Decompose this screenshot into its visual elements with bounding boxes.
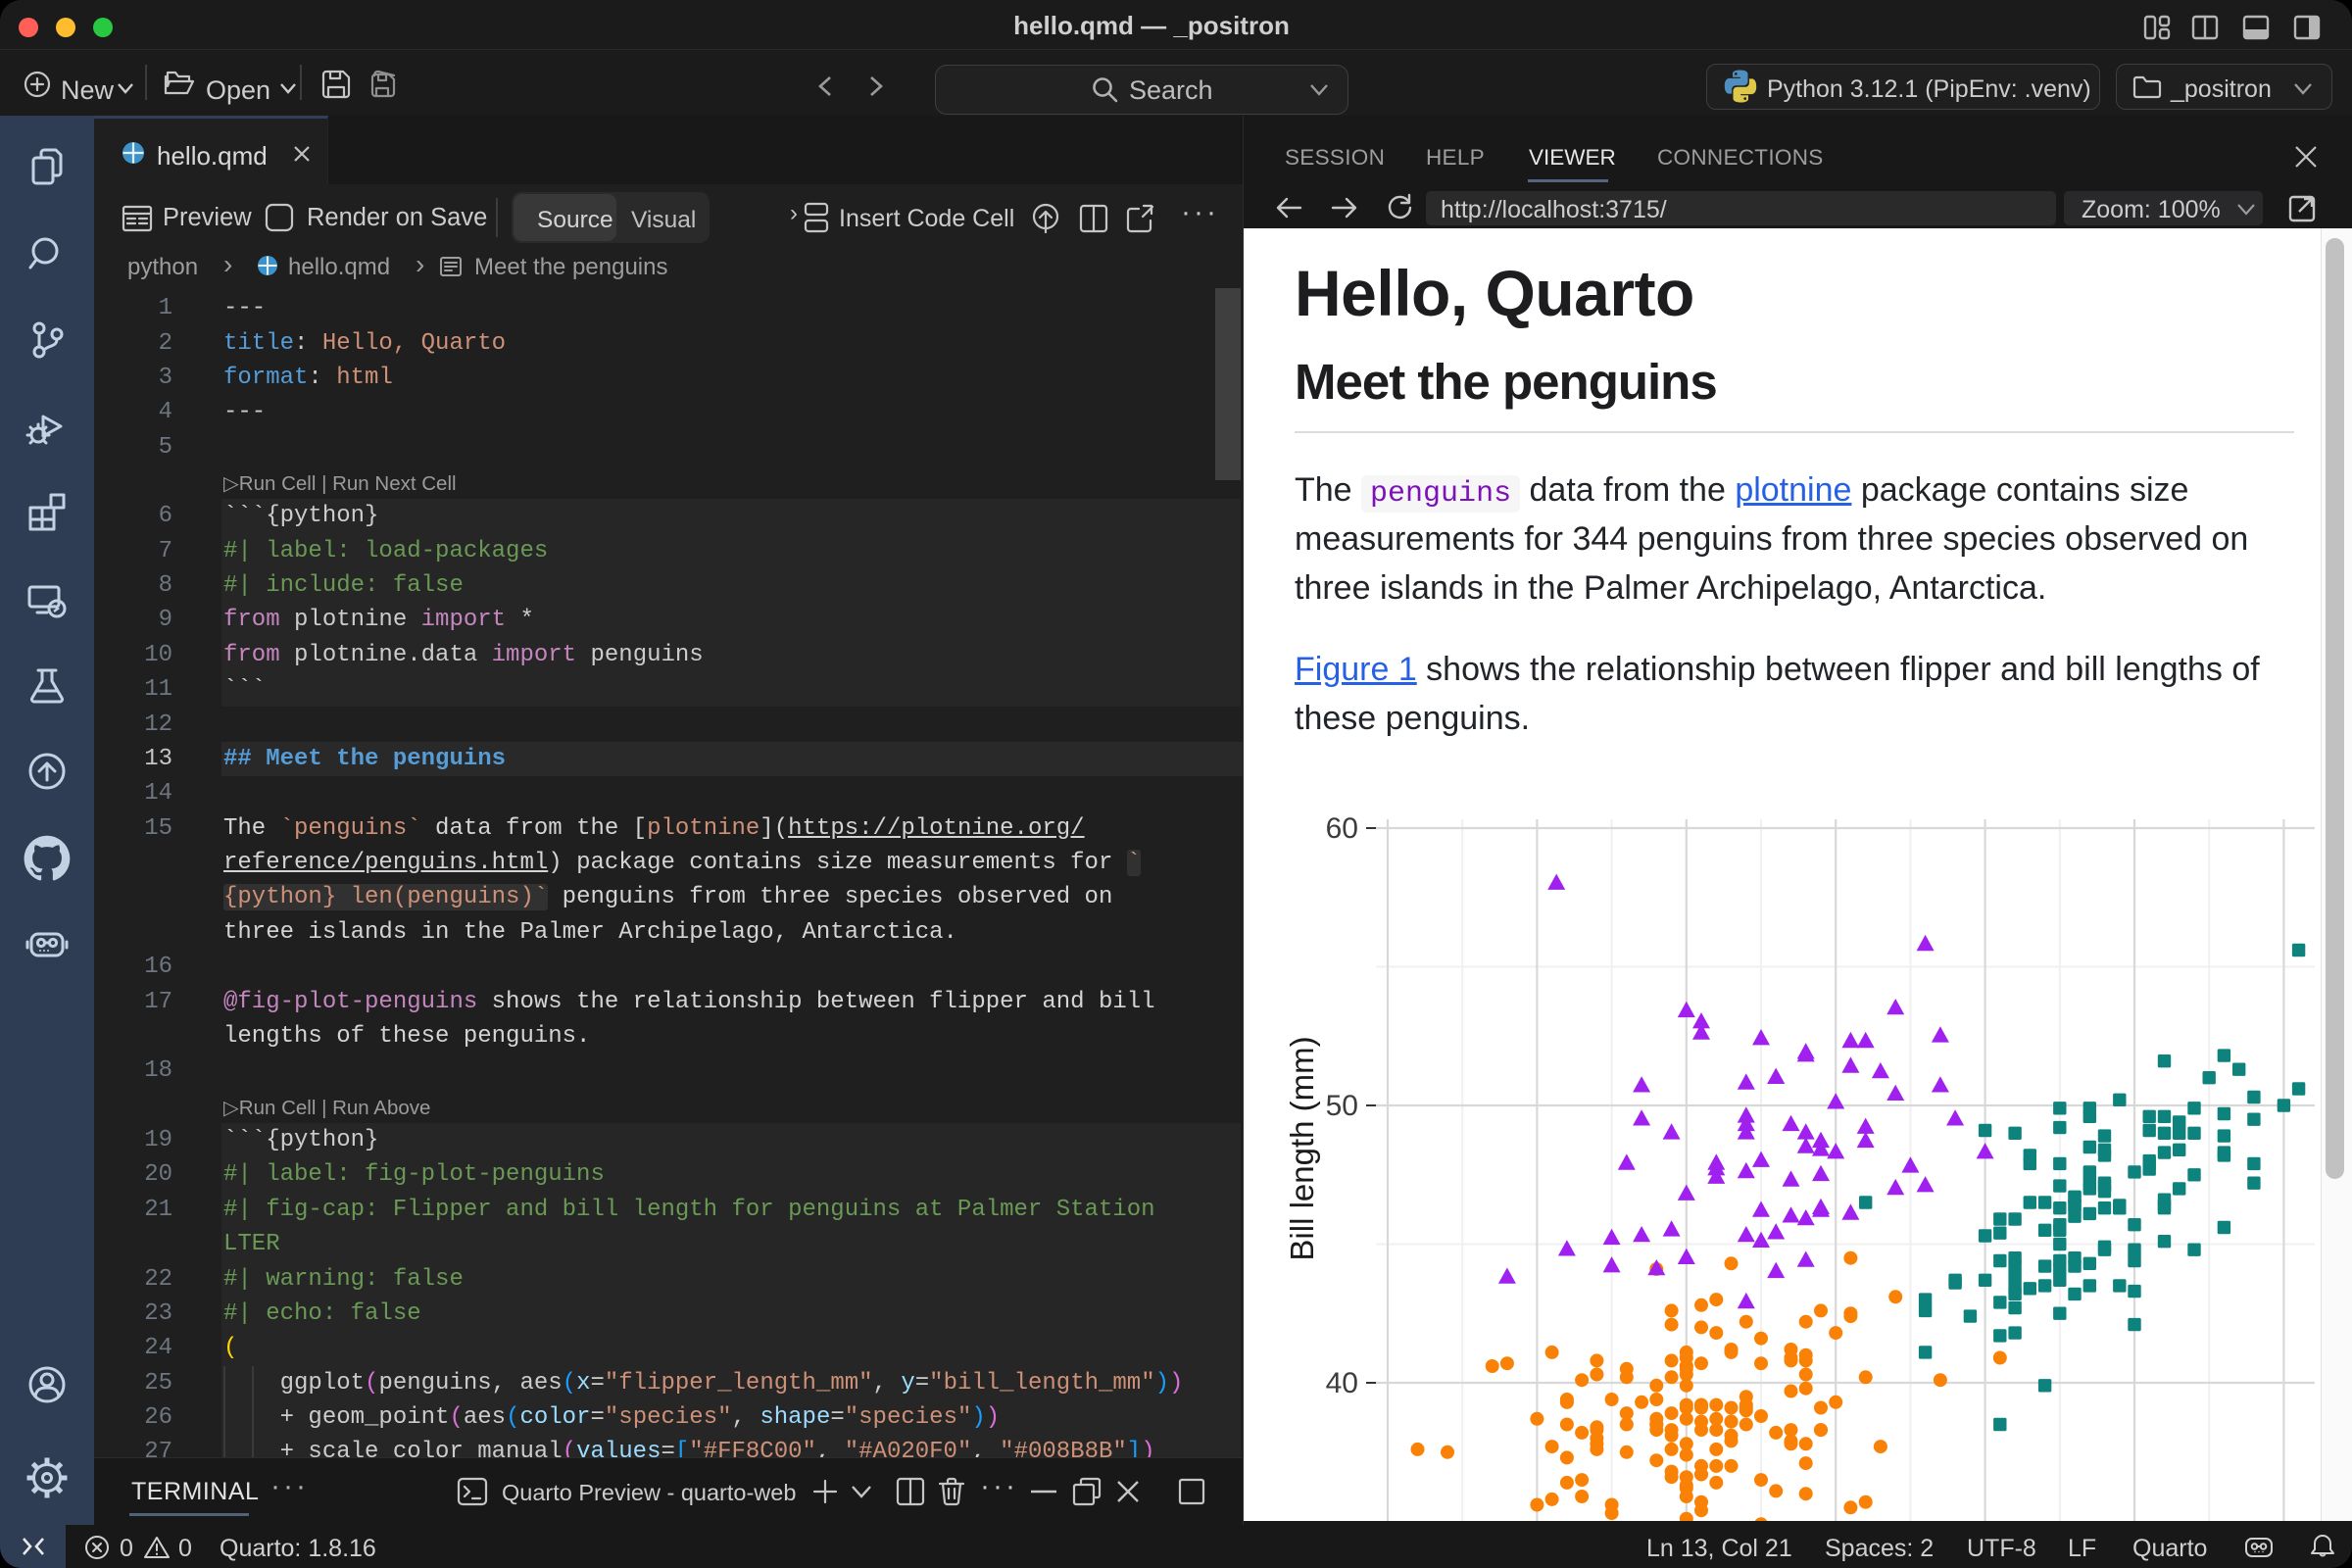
svg-text:40: 40	[1326, 1367, 1358, 1399]
svg-text:Bill length (mm): Bill length (mm)	[1284, 1036, 1320, 1260]
svg-text:50: 50	[1326, 1090, 1358, 1122]
svg-text:60: 60	[1326, 812, 1358, 845]
